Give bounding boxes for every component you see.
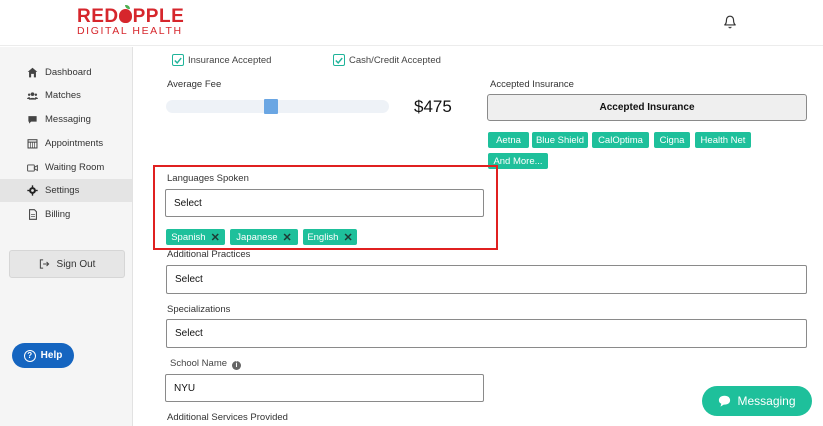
messaging-label: Messaging [737, 394, 796, 408]
cash-credit-accepted-checkbox[interactable]: Cash/Credit Accepted [333, 54, 441, 66]
insurance-tag-aetna[interactable]: Aetna [488, 132, 529, 148]
language-tag-label: Spanish [171, 231, 206, 243]
home-icon [27, 67, 38, 78]
sign-out-button[interactable]: Sign Out [9, 250, 125, 278]
video-icon [27, 162, 38, 173]
logo-subtitle: DIGITAL HEALTH [77, 25, 183, 37]
sidebar-item-appointments[interactable]: Appointments [0, 132, 132, 155]
sidebar-item-waiting-room[interactable]: Waiting Room [0, 156, 132, 179]
document-icon [27, 209, 38, 220]
info-icon[interactable]: i [232, 361, 242, 370]
sign-out-label: Sign Out [56, 258, 96, 270]
language-tag-spanish[interactable]: Spanish ✕ [166, 229, 225, 245]
sidebar-item-messaging[interactable]: Messaging [0, 108, 132, 131]
remove-icon[interactable]: ✕ [343, 231, 352, 244]
question-icon: ? [23, 349, 36, 362]
check-icon [333, 54, 345, 66]
specializations-label: Specializations [167, 304, 231, 315]
additional-practices-label: Additional Practices [167, 249, 251, 260]
sidebar-item-matches[interactable]: Matches [0, 84, 132, 107]
sidebar-item-label: Matches [45, 90, 81, 101]
school-name-label: School Name [170, 358, 228, 369]
insurance-tag-health-net[interactable]: Health Net [695, 132, 751, 148]
chat-bubble-icon [718, 395, 731, 407]
language-tag-english[interactable]: English ✕ [303, 229, 357, 245]
calendar-icon [27, 138, 38, 149]
additional-practices-select[interactable]: Select [166, 265, 807, 294]
sidebar-item-label: Appointments [45, 138, 104, 149]
school-name-input[interactable]: NYU [165, 374, 484, 402]
insurance-tag-blue-shield[interactable]: Blue Shield [532, 132, 588, 148]
cash-credit-label: Cash/Credit Accepted [349, 54, 441, 66]
sidebar-item-label: Dashboard [45, 67, 92, 78]
sidebar-item-label: Messaging [45, 114, 91, 125]
average-fee-slider-handle[interactable] [264, 99, 279, 114]
logo-text-right: PPLE [132, 6, 185, 27]
insurance-tag-cigna[interactable]: Cigna [654, 132, 690, 148]
language-tag-label: Japanese [236, 231, 278, 243]
insurance-accepted-label: Insurance Accepted [188, 54, 272, 66]
sidebar: Dashboard Matches Messaging Appointments… [0, 47, 133, 426]
language-tag-label: English [307, 231, 339, 243]
languages-select[interactable]: Select [165, 189, 484, 217]
redapple-logo[interactable]: RED PPLE DIGITAL HEALTH [77, 5, 185, 37]
additional-services-label: Additional Services Provided [167, 412, 288, 423]
sidebar-item-settings[interactable]: Settings [0, 179, 132, 202]
sidebar-item-label: Settings [45, 185, 80, 196]
insurance-tag-caloptima[interactable]: CalOptima [592, 132, 649, 148]
help-label: Help [40, 350, 63, 361]
accepted-insurance-label: Accepted Insurance [490, 79, 574, 90]
bell-icon[interactable] [723, 14, 737, 30]
gear-icon [27, 185, 38, 196]
apple-icon [119, 5, 133, 23]
remove-icon[interactable]: ✕ [282, 231, 291, 244]
average-fee-value: $475 [414, 97, 452, 116]
language-tag-japanese[interactable]: Japanese ✕ [230, 229, 298, 245]
messaging-button[interactable]: Messaging [702, 386, 812, 416]
sign-out-icon [39, 259, 50, 269]
remove-icon[interactable]: ✕ [211, 231, 220, 244]
sidebar-item-billing[interactable]: Billing [0, 203, 132, 226]
users-icon [27, 90, 38, 101]
top-header: RED PPLE DIGITAL HEALTH [0, 0, 823, 46]
check-icon [172, 54, 184, 66]
sidebar-item-dashboard[interactable]: Dashboard [0, 61, 132, 84]
chat-icon [27, 114, 38, 125]
school-name-label-row: School Name i [170, 358, 242, 370]
sidebar-item-label: Billing [45, 209, 71, 220]
languages-spoken-label: Languages Spoken [167, 173, 249, 184]
insurance-accepted-checkbox[interactable]: Insurance Accepted [172, 54, 271, 66]
logo-text-left: RED [77, 6, 119, 27]
help-button[interactable]: ? Help [12, 343, 74, 368]
accepted-insurance-button[interactable]: Accepted Insurance [487, 94, 807, 121]
average-fee-label: Average Fee [167, 79, 222, 90]
specializations-select[interactable]: Select [166, 319, 807, 348]
sidebar-item-label: Waiting Room [45, 162, 105, 173]
